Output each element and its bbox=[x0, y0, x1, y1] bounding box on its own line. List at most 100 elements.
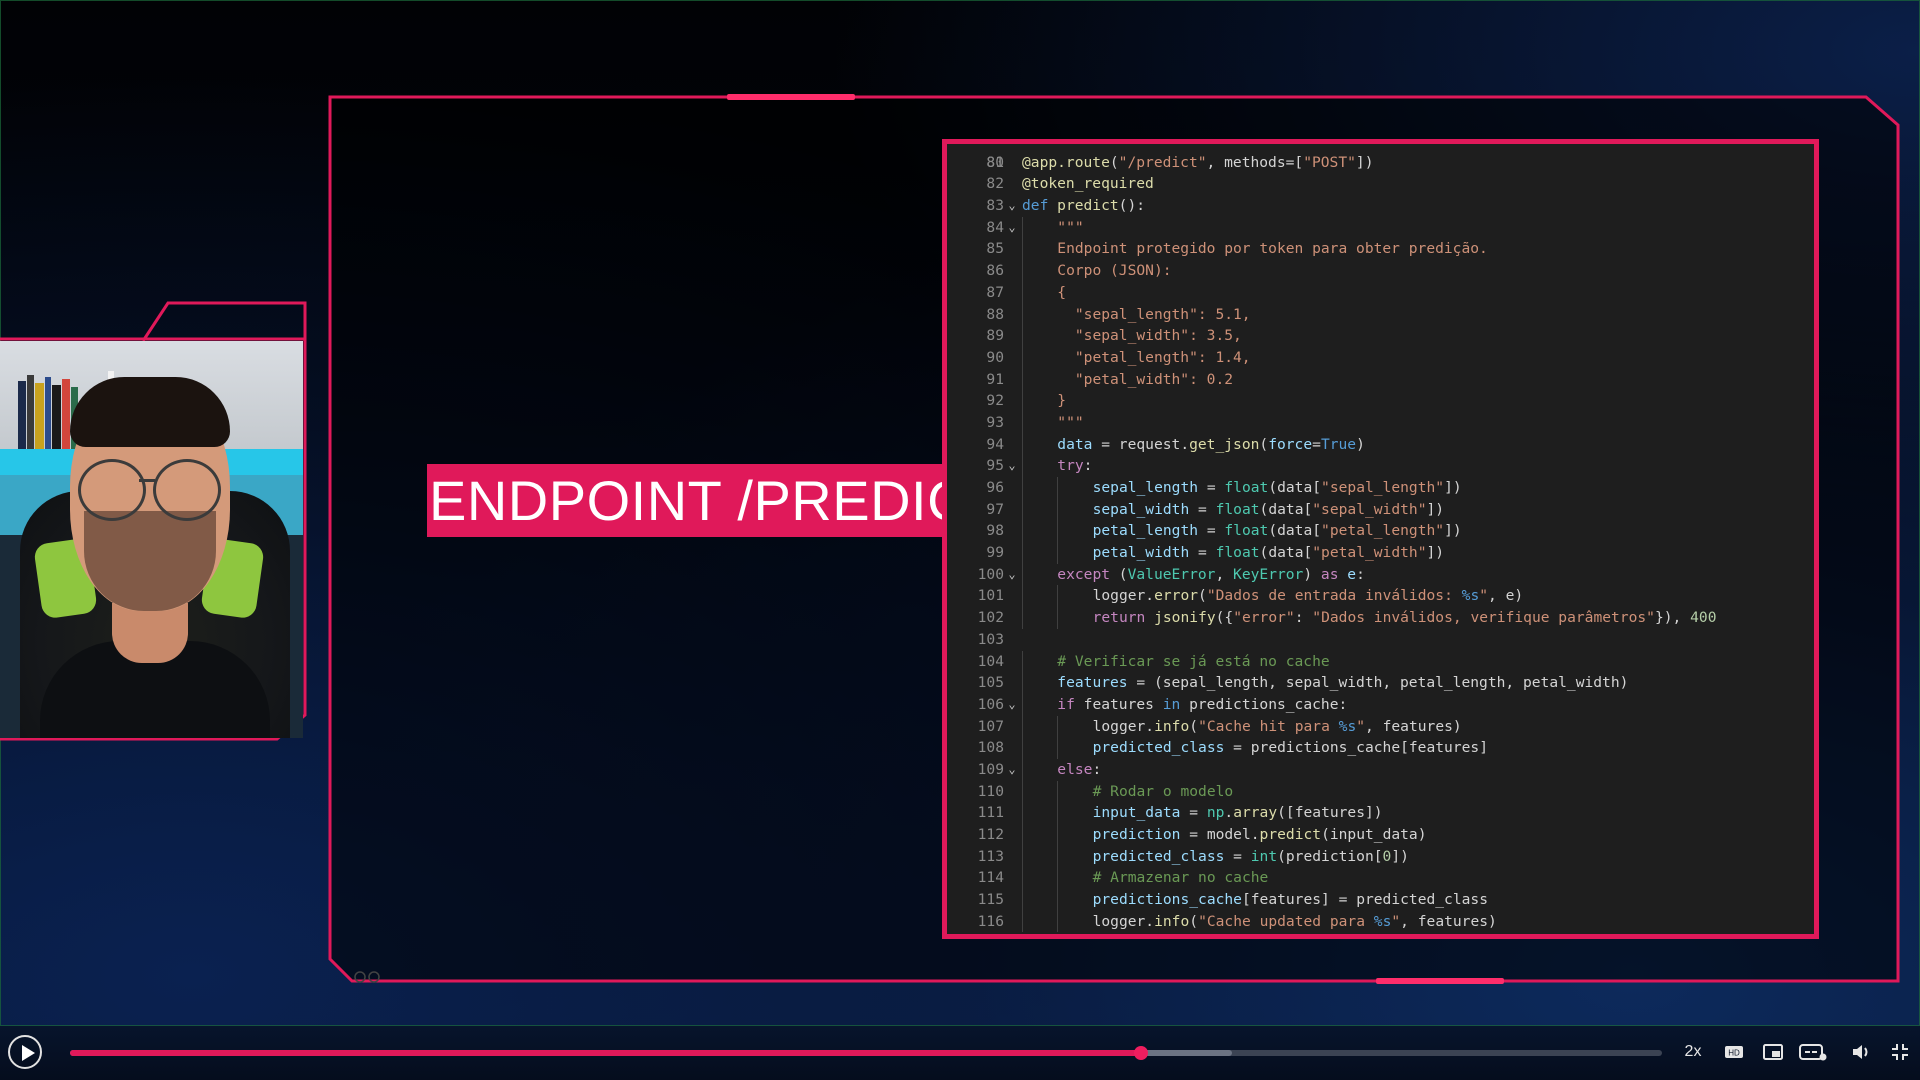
playback-speed-button[interactable]: 2x bbox=[1676, 1040, 1710, 1064]
code-text: sepal_length = float(data["sepal_length"… bbox=[1092, 479, 1462, 496]
indent-guide bbox=[1057, 889, 1059, 911]
code-line: 116 logger.info("Cache updated para %s", … bbox=[947, 910, 1814, 933]
code-line: 101 logger.error("Dados de entrada inváli… bbox=[947, 585, 1814, 608]
code-text: features = (sepal_length, sepal_width, p… bbox=[1057, 674, 1629, 692]
fold-chevron-icon[interactable]: ⌄ bbox=[1002, 759, 1022, 781]
indent-guide bbox=[1057, 802, 1059, 824]
fold-chevron-icon[interactable]: ⌄ bbox=[1002, 455, 1022, 477]
indent-guide bbox=[1022, 433, 1023, 456]
indent-guide bbox=[1022, 650, 1023, 673]
code-text: data = request.get_json(force=True) bbox=[1057, 435, 1365, 453]
fullscreen-icon bbox=[1892, 1044, 1908, 1060]
code-line: 91 "petal_width": 0.2 bbox=[947, 368, 1814, 391]
code-line: 95 ⌄ try: bbox=[947, 455, 1814, 477]
code-text: "sepal_width": 3.5, bbox=[1057, 327, 1242, 345]
indent-guide bbox=[1057, 824, 1059, 846]
volume-button[interactable] bbox=[1847, 1040, 1875, 1064]
code-line: 108 predicted_class = predictions_cache[f… bbox=[947, 737, 1814, 759]
indent-guide bbox=[1057, 498, 1059, 521]
indent-guide bbox=[1057, 867, 1059, 890]
code-text: input_data = np.array([features]) bbox=[1092, 804, 1383, 822]
code-text: # Rodar o modelo bbox=[1092, 782, 1234, 800]
line-number: 111 bbox=[977, 804, 1004, 822]
fold-chevron-icon[interactable]: ⌄ bbox=[1002, 564, 1022, 586]
code-line: 107 logger.info("Cache hit para %s", feat… bbox=[947, 715, 1814, 738]
line-number: 86 bbox=[986, 262, 1004, 280]
picture-in-picture-button[interactable] bbox=[1759, 1040, 1787, 1064]
code-line-partial: 80 bbox=[947, 144, 1814, 171]
line-number: 94 bbox=[986, 435, 1004, 453]
glasses-lens-right bbox=[153, 459, 221, 521]
code-text: prediction = model.predict(input_data) bbox=[1092, 826, 1427, 843]
line-number: 108 bbox=[977, 739, 1004, 757]
indent-guide bbox=[1022, 346, 1023, 369]
fullscreen-button[interactable] bbox=[1886, 1040, 1914, 1064]
line-number: 90 bbox=[986, 348, 1004, 366]
line-number: 85 bbox=[986, 240, 1004, 258]
presenter-hair bbox=[70, 377, 230, 447]
indent-guide bbox=[1022, 498, 1023, 521]
code-text: Corpo (JSON): bbox=[1057, 262, 1172, 280]
code-line: 102 return jsonify({"error": "Dados invál… bbox=[947, 607, 1814, 629]
indent-guide bbox=[1057, 607, 1059, 629]
quality-button[interactable]: HD bbox=[1720, 1040, 1748, 1064]
presenter-webcam bbox=[0, 341, 303, 738]
indent-guide bbox=[1057, 542, 1059, 564]
indent-guide bbox=[1022, 303, 1023, 326]
hd-icon: HD bbox=[1725, 1046, 1743, 1058]
code-text: "petal_length": 1.4, bbox=[1057, 348, 1251, 366]
line-number: 95 bbox=[986, 457, 1004, 475]
indent-guide bbox=[1022, 910, 1023, 933]
glasses-lens-left bbox=[78, 459, 146, 521]
line-number: 99 bbox=[986, 544, 1004, 562]
code-text: petal_width = float(data["petal_width"]) bbox=[1092, 544, 1445, 562]
captions-button[interactable] bbox=[1796, 1040, 1830, 1064]
fold-chevron-icon[interactable]: ⌄ bbox=[1002, 217, 1022, 239]
indent-guide bbox=[1022, 672, 1023, 694]
indent-guide bbox=[1057, 585, 1059, 608]
code-line: 110 # Rodar o modelo bbox=[947, 780, 1814, 803]
code-line: 112 prediction = model.predict(input_data… bbox=[947, 824, 1814, 846]
fold-chevron-icon[interactable]: ⌄ bbox=[1002, 195, 1022, 217]
video-frame[interactable]: ENDPOINT /PREDICT bbox=[0, 0, 1920, 1026]
code-line: 115 predictions_cache[features] = predict… bbox=[947, 889, 1814, 911]
code-line: 111 input_data = np.array([features]) bbox=[947, 802, 1814, 824]
code-editor: 80 81 @app.route("/predict", methods=["PO… bbox=[942, 139, 1819, 939]
line-number: 110 bbox=[977, 782, 1004, 800]
code-text: predictions_cache[features] = predicted_… bbox=[1092, 891, 1488, 909]
line-number: 83 bbox=[986, 197, 1004, 215]
line-number: 109 bbox=[977, 760, 1004, 778]
line-number: 104 bbox=[977, 652, 1004, 670]
code-line: 82 @token_required bbox=[947, 173, 1814, 195]
line-number: 103 bbox=[977, 630, 1004, 648]
code-text: else: bbox=[1057, 760, 1102, 778]
indent-guide bbox=[1022, 281, 1023, 304]
line-number: 91 bbox=[986, 370, 1004, 388]
code-text: } bbox=[1057, 392, 1067, 410]
fold-chevron-icon[interactable]: ⌄ bbox=[1002, 694, 1022, 716]
code-text: @token_required bbox=[1022, 175, 1154, 193]
code-line: 86 Corpo (JSON): bbox=[947, 260, 1814, 282]
code-text: logger.error("Dados de entrada inválidos… bbox=[1092, 587, 1524, 605]
code-line: 96 sepal_length = float(data["sepal_lengt… bbox=[947, 477, 1814, 499]
indent-guide bbox=[1022, 867, 1023, 890]
indent-guide bbox=[1022, 737, 1023, 759]
code-text: if features in predictions_cache: bbox=[1057, 695, 1348, 713]
code-text: petal_length = float(data["petal_length"… bbox=[1092, 522, 1462, 540]
code-line: 81 @app.route("/predict", methods=["POST"… bbox=[947, 152, 1814, 174]
code-text: Endpoint protegido por token para obter … bbox=[1057, 240, 1488, 258]
indent-guide bbox=[1022, 520, 1023, 543]
code-line: 94 data = request.get_json(force=True) bbox=[947, 433, 1814, 456]
indent-guide bbox=[1022, 477, 1023, 499]
line-number: 115 bbox=[977, 891, 1004, 909]
captions-icon bbox=[1799, 1044, 1827, 1061]
line-number: 87 bbox=[986, 283, 1004, 301]
line-number: 88 bbox=[986, 305, 1004, 323]
indent-guide bbox=[1022, 455, 1023, 477]
code-text: predicted_class = int(prediction[0]) bbox=[1092, 847, 1409, 865]
line-number: 97 bbox=[986, 500, 1004, 518]
code-text: { bbox=[1057, 283, 1067, 301]
indent-guide bbox=[1022, 390, 1023, 412]
play-button[interactable] bbox=[8, 1035, 42, 1069]
code-text: try: bbox=[1057, 457, 1093, 475]
